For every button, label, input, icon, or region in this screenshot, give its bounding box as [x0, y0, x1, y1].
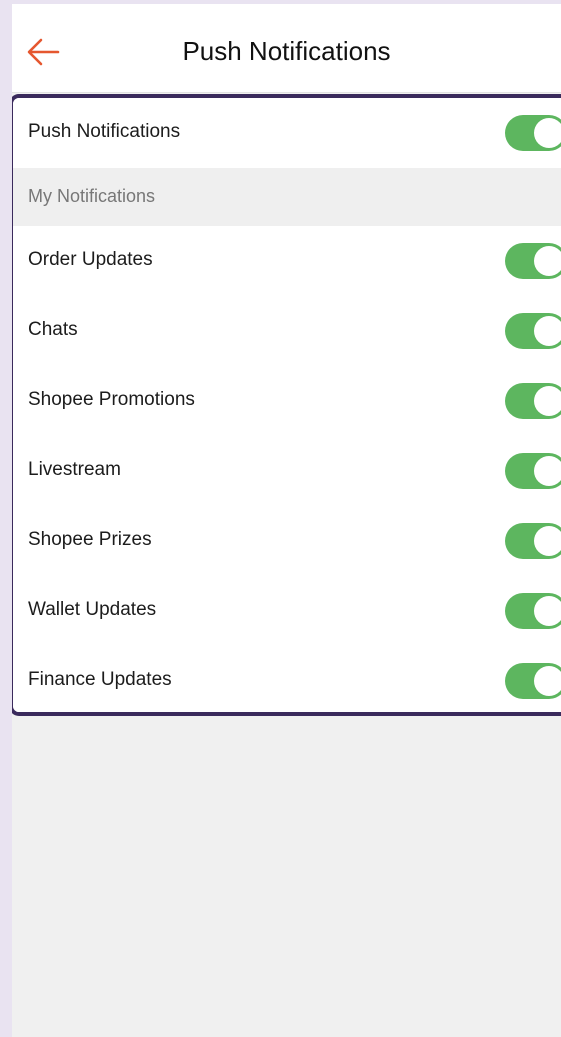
shopee-promotions-toggle[interactable] — [505, 383, 561, 419]
shopee-prizes-label: Shopee Prizes — [28, 529, 152, 550]
chats-label: Chats — [28, 319, 78, 340]
push-notifications-label: Push Notifications — [28, 121, 181, 142]
livestream-row[interactable]: Livestream — [13, 436, 561, 507]
toggle-knob — [534, 246, 561, 276]
shopee-promotions-label: Shopee Promotions — [28, 389, 195, 410]
top-bar: Push Notifications — [12, 4, 561, 93]
toggle-knob — [534, 666, 561, 696]
page-title: Push Notifications — [182, 36, 391, 66]
shopee-promotions-row[interactable]: Shopee Promotions — [13, 366, 561, 437]
toggle-knob — [534, 596, 561, 626]
wallet-updates-row[interactable]: Wallet Updates — [13, 576, 561, 647]
shopee-prizes-toggle[interactable] — [505, 523, 561, 559]
section-label: My Notifications — [28, 186, 156, 206]
livestream-toggle[interactable] — [505, 453, 561, 489]
toggle-knob — [534, 118, 561, 148]
wallet-updates-toggle[interactable] — [505, 593, 561, 629]
finance-updates-toggle[interactable] — [505, 663, 561, 699]
chats-toggle[interactable] — [505, 313, 561, 349]
shopee-prizes-row[interactable]: Shopee Prizes — [13, 506, 561, 577]
finance-updates-label: Finance Updates — [28, 669, 172, 690]
order-updates-toggle[interactable] — [505, 243, 561, 279]
wallet-updates-label: Wallet Updates — [28, 599, 157, 620]
push-notifications-row[interactable]: Push Notifications — [13, 98, 561, 169]
toggle-knob — [534, 316, 561, 346]
toggle-knob — [534, 456, 561, 486]
chats-row[interactable]: Chats — [13, 296, 561, 367]
toggle-knob — [534, 526, 561, 556]
order-updates-label: Order Updates — [28, 249, 153, 270]
push-notifications-toggle[interactable] — [505, 115, 561, 151]
livestream-label: Livestream — [28, 459, 121, 480]
phone-screen: Push Notifications Push Notifications My… — [12, 4, 561, 1037]
finance-updates-row[interactable]: Finance Updates — [13, 646, 561, 712]
my-notifications-section-header: My Notifications — [13, 168, 561, 226]
toggle-knob — [534, 386, 561, 416]
order-updates-row[interactable]: Order Updates — [13, 226, 561, 297]
notification-settings-panel: Push Notifications My Notifications Orde… — [12, 94, 561, 716]
